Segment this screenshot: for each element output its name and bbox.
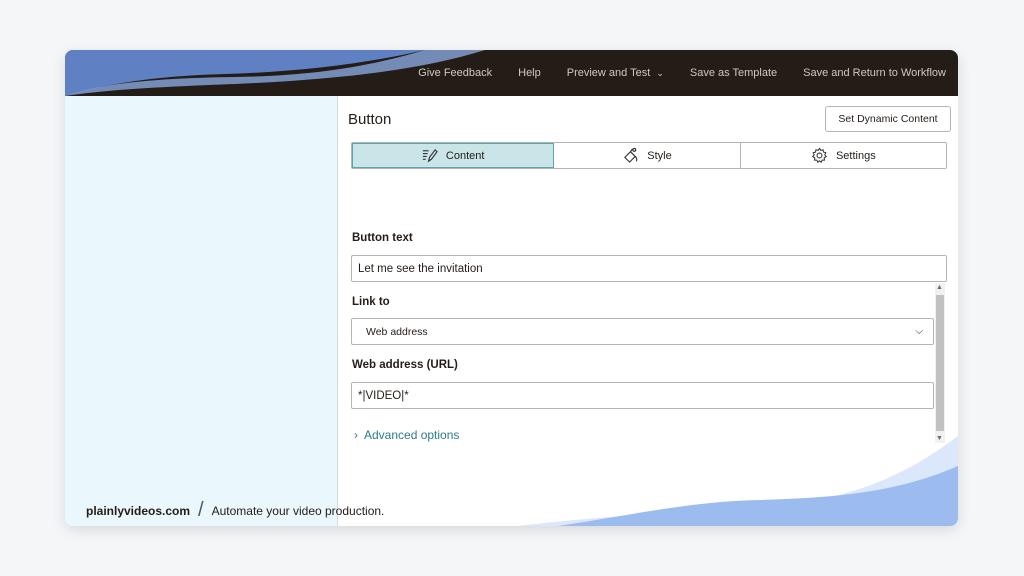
link-to-selected-value: Web address — [366, 325, 428, 338]
top-navigation-bar: Give Feedback Help Preview and Test ⌄ Sav… — [65, 50, 958, 96]
preview-and-test-label: Preview and Test — [566, 67, 651, 79]
link-to-select[interactable]: Web address ⌵ — [351, 318, 934, 345]
tab-settings-label: Settings — [835, 149, 876, 162]
advanced-options-toggle[interactable]: › Advanced options — [354, 428, 459, 442]
tab-style-label: Style — [647, 149, 672, 162]
branding-footer: plainlyvideos.com / Automate your video … — [86, 499, 384, 522]
help-link[interactable]: Help — [518, 67, 541, 79]
advanced-options-label: Advanced options — [364, 428, 460, 442]
link-to-label: Link to — [352, 296, 390, 308]
gear-icon — [811, 147, 828, 164]
button-text-label: Button text — [352, 232, 413, 244]
panel-tabs: Content Style Settings — [351, 142, 947, 169]
editor-window: Give Feedback Help Preview and Test ⌄ Sav… — [65, 50, 958, 526]
url-input[interactable]: *|VIDEO|* — [351, 382, 934, 409]
button-settings-panel: Button Set Dynamic Content Content Style — [338, 96, 958, 526]
left-preview-pane — [65, 96, 338, 526]
save-and-return-link[interactable]: Save and Return to Workflow — [803, 67, 946, 79]
preview-and-test-menu[interactable]: Preview and Test ⌄ — [567, 67, 664, 79]
chevron-down-icon: ⌄ — [656, 67, 664, 78]
scroll-down-arrow-icon[interactable]: ▼ — [936, 435, 943, 442]
chevron-down-icon: ⌵ — [915, 326, 923, 337]
chevron-right-icon: › — [354, 428, 358, 442]
brand-name: plainlyvideos.com — [86, 503, 191, 518]
tab-content[interactable]: Content — [352, 143, 555, 168]
brand-tagline: Automate your video production. — [211, 503, 385, 518]
help-label: Help — [518, 67, 541, 79]
save-as-template-link[interactable]: Save as Template — [690, 67, 777, 79]
save-and-return-label: Save and Return to Workflow — [803, 67, 946, 79]
set-dynamic-content-button[interactable]: Set Dynamic Content — [825, 106, 951, 132]
slash-divider: / — [198, 499, 204, 521]
give-feedback-link[interactable]: Give Feedback — [418, 67, 492, 79]
button-text-input[interactable]: Let me see the invitation — [351, 255, 947, 282]
top-nav: Give Feedback Help Preview and Test ⌄ Sav… — [418, 50, 946, 96]
footer-wave-decoration — [518, 436, 958, 526]
give-feedback-label: Give Feedback — [418, 67, 493, 79]
tab-settings[interactable]: Settings — [741, 143, 946, 168]
pencil-icon — [422, 148, 438, 163]
form-scrollbar[interactable]: ▲ ▼ — [935, 283, 945, 443]
tab-content-label: Content — [445, 149, 485, 162]
url-label: Web address (URL) — [352, 359, 458, 371]
scrollbar-thumb[interactable] — [936, 295, 944, 431]
panel-title: Button — [348, 111, 392, 128]
paint-bucket-icon — [624, 147, 638, 163]
save-as-template-label: Save as Template — [689, 67, 778, 79]
tab-style[interactable]: Style — [554, 143, 741, 168]
scroll-up-arrow-icon[interactable]: ▲ — [936, 284, 943, 291]
